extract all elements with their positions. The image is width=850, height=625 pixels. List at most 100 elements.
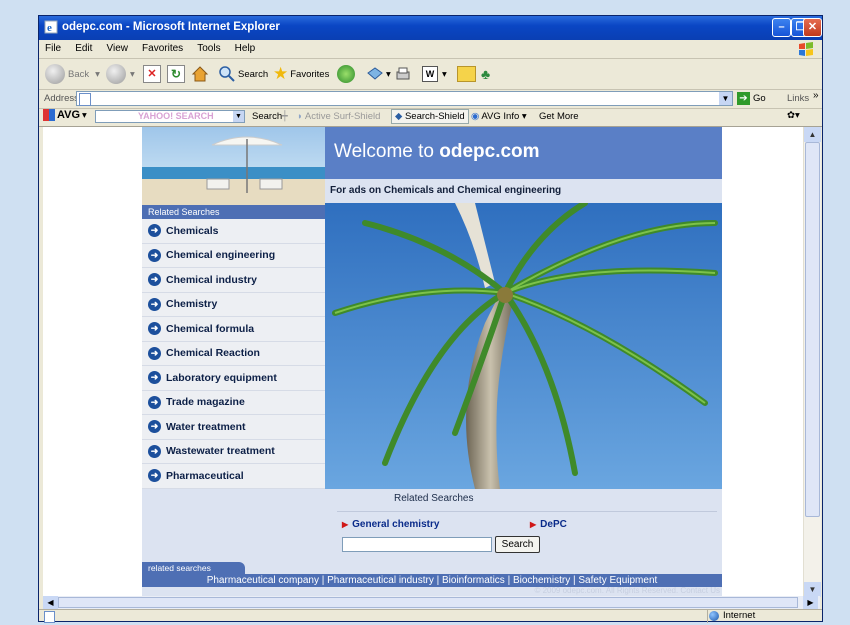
- address-bar: Address ▼ ➔ Go Links »: [39, 90, 822, 109]
- ie-icon: e: [44, 20, 58, 34]
- dropdown-arrow-icon[interactable]: ▼: [233, 111, 244, 122]
- menu-tools[interactable]: Tools: [191, 40, 225, 54]
- site-subtitle: For ads on Chemicals and Chemical engine…: [325, 179, 722, 203]
- menu-favorites[interactable]: Favorites: [136, 40, 188, 54]
- page-icon: [79, 93, 91, 106]
- messenger-button[interactable]: ♣: [481, 63, 490, 85]
- related-nav-list: ➜ Chemicals ➜ Chemical engineering ➜ Chemic…: [142, 219, 325, 489]
- search-button[interactable]: Search: [218, 63, 268, 85]
- nav-item-chemical-reaction[interactable]: ➜ Chemical Reaction: [142, 341, 325, 366]
- yahoo-search-input[interactable]: YAHOO! SEARCH ▼: [95, 110, 245, 123]
- get-more-button[interactable]: Get More: [539, 111, 579, 122]
- close-button[interactable]: ✕: [803, 18, 822, 37]
- menu-help[interactable]: Help: [229, 40, 261, 54]
- scroll-thumb[interactable]: [58, 597, 798, 608]
- arrow-right-icon: ➜: [148, 248, 161, 262]
- scroll-right-button[interactable]: ▶: [803, 596, 818, 609]
- active-surf-shield-button[interactable]: ◗ Active Surf-Shield: [297, 111, 380, 122]
- search-shield-button[interactable]: ◆ Search-Shield: [391, 109, 469, 124]
- menu-file[interactable]: File: [39, 40, 66, 54]
- scroll-thumb[interactable]: [805, 142, 820, 517]
- address-input[interactable]: ▼: [76, 91, 733, 106]
- history-button[interactable]: ▾: [366, 63, 391, 85]
- search-submit-button[interactable]: Search: [495, 536, 540, 553]
- nav-item-pharmaceutical[interactable]: ➜ Pharmaceutical: [142, 464, 325, 489]
- back-button[interactable]: Back ▾: [45, 63, 100, 85]
- nav-item-chemical-formula[interactable]: ➜ Chemical formula: [142, 317, 325, 342]
- right-column: Welcome to odepc.com For ads on Chemical…: [325, 127, 722, 502]
- vertical-scrollbar[interactable]: ▲ ▼: [803, 127, 821, 597]
- notes-button[interactable]: [457, 63, 476, 85]
- forward-arrow-icon: [106, 64, 126, 84]
- menu-bar: File Edit View Favorites Tools Help: [39, 40, 822, 59]
- web-page: Related Searches ➜ Chemicals ➜ Chemical en…: [142, 127, 722, 597]
- plus-icon: ┿: [282, 111, 288, 122]
- forward-button[interactable]: ▾: [106, 63, 135, 85]
- media-button[interactable]: [337, 63, 355, 85]
- go-button[interactable]: ➔ Go: [737, 91, 766, 106]
- links-button[interactable]: Links: [787, 93, 809, 104]
- nav-item-water-treatment[interactable]: ➜ Water treatment: [142, 415, 325, 440]
- link-depc[interactable]: DePC: [530, 519, 567, 530]
- arrow-right-icon: ➜: [148, 469, 161, 483]
- avg-info-button[interactable]: ◉ AVG Info ▾: [471, 111, 527, 122]
- avg-logo-icon: [43, 109, 55, 121]
- dropdown-arrow-icon: ▾: [82, 109, 87, 121]
- search-input[interactable]: [342, 537, 492, 552]
- left-column: Related Searches ➜ Chemicals ➜ Chemical en…: [142, 127, 325, 502]
- print-button[interactable]: [394, 63, 412, 85]
- nav-item-chemical-industry[interactable]: ➜ Chemical industry: [142, 268, 325, 293]
- page-icon: [44, 611, 55, 623]
- scroll-left-button[interactable]: ◀: [43, 596, 58, 609]
- status-bar: Internet: [39, 609, 822, 623]
- menu-view[interactable]: View: [100, 40, 133, 54]
- arrow-right-icon: ➜: [148, 371, 161, 385]
- minimize-button[interactable]: –: [772, 18, 791, 37]
- nav-item-laboratory-equipment[interactable]: ➜ Laboratory equipment: [142, 366, 325, 391]
- link-general-chemistry[interactable]: General chemistry: [342, 519, 439, 530]
- arrow-right-icon: ➜: [148, 224, 161, 238]
- refresh-icon: ↻: [167, 65, 185, 83]
- refresh-button[interactable]: ↻: [167, 63, 185, 85]
- menu-edit[interactable]: Edit: [69, 40, 97, 54]
- title-bar[interactable]: e odepc.com - Microsoft Internet Explore…: [39, 16, 822, 40]
- security-zone: Internet: [709, 610, 755, 621]
- arrow-right-icon: ➜: [148, 273, 161, 287]
- related-searches-label: Related Searches: [394, 493, 474, 504]
- related-searches-tab: related searches: [142, 562, 245, 574]
- browser-window: e odepc.com - Microsoft Internet Explore…: [38, 15, 823, 623]
- nav-item-chemistry[interactable]: ➜ Chemistry: [142, 292, 325, 317]
- nav-item-chemical-engineering[interactable]: ➜ Chemical engineering: [142, 243, 325, 268]
- home-button[interactable]: [191, 63, 209, 85]
- dropdown-arrow-icon: ▾: [521, 111, 527, 122]
- translate-icon[interactable]: ✿▾: [787, 110, 800, 121]
- nav-item-chemicals[interactable]: ➜ Chemicals: [142, 219, 325, 244]
- word-button[interactable]: W ▾: [422, 63, 447, 85]
- globe-icon: [709, 610, 719, 621]
- windows-logo-icon: [799, 42, 813, 56]
- favorites-button[interactable]: ★ Favorites: [273, 63, 329, 85]
- beach-image: [142, 127, 325, 205]
- arrow-right-icon: ➜: [148, 395, 161, 409]
- avg-menu-button[interactable]: AVG ▾: [43, 109, 87, 121]
- back-arrow-icon: [45, 64, 65, 84]
- scroll-up-button[interactable]: ▲: [804, 127, 821, 142]
- scroll-down-button[interactable]: ▼: [804, 582, 821, 597]
- related-searches-header: Related Searches: [142, 205, 325, 219]
- copyright-text: © 2009 odepc.com. All Rights Reserved. C…: [534, 586, 720, 595]
- palm-tree-image: [325, 203, 722, 489]
- dropdown-arrow-icon: ▾: [442, 68, 447, 80]
- horizontal-scrollbar[interactable]: ◀ ▶: [43, 596, 820, 609]
- dropdown-arrow-icon: ▾: [95, 68, 100, 80]
- folder-icon: [457, 66, 476, 82]
- standard-toolbar: Back ▾ ▾ ✕ ↻ Search ★ Favorites ▾ W ▾ ♣: [39, 59, 822, 90]
- stop-button[interactable]: ✕: [143, 63, 161, 85]
- avg-search-button[interactable]: Search: [252, 111, 282, 122]
- address-dropdown-button[interactable]: ▼: [719, 92, 732, 105]
- arrow-right-icon: ➜: [148, 346, 161, 360]
- nav-item-wastewater-treatment[interactable]: ➜ Wastewater treatment: [142, 439, 325, 464]
- welcome-banner: Welcome to odepc.com: [325, 127, 722, 179]
- chevron-right-icon[interactable]: »: [813, 90, 819, 101]
- nav-item-trade-magazine[interactable]: ➜ Trade magazine: [142, 390, 325, 415]
- word-icon: W: [422, 66, 438, 82]
